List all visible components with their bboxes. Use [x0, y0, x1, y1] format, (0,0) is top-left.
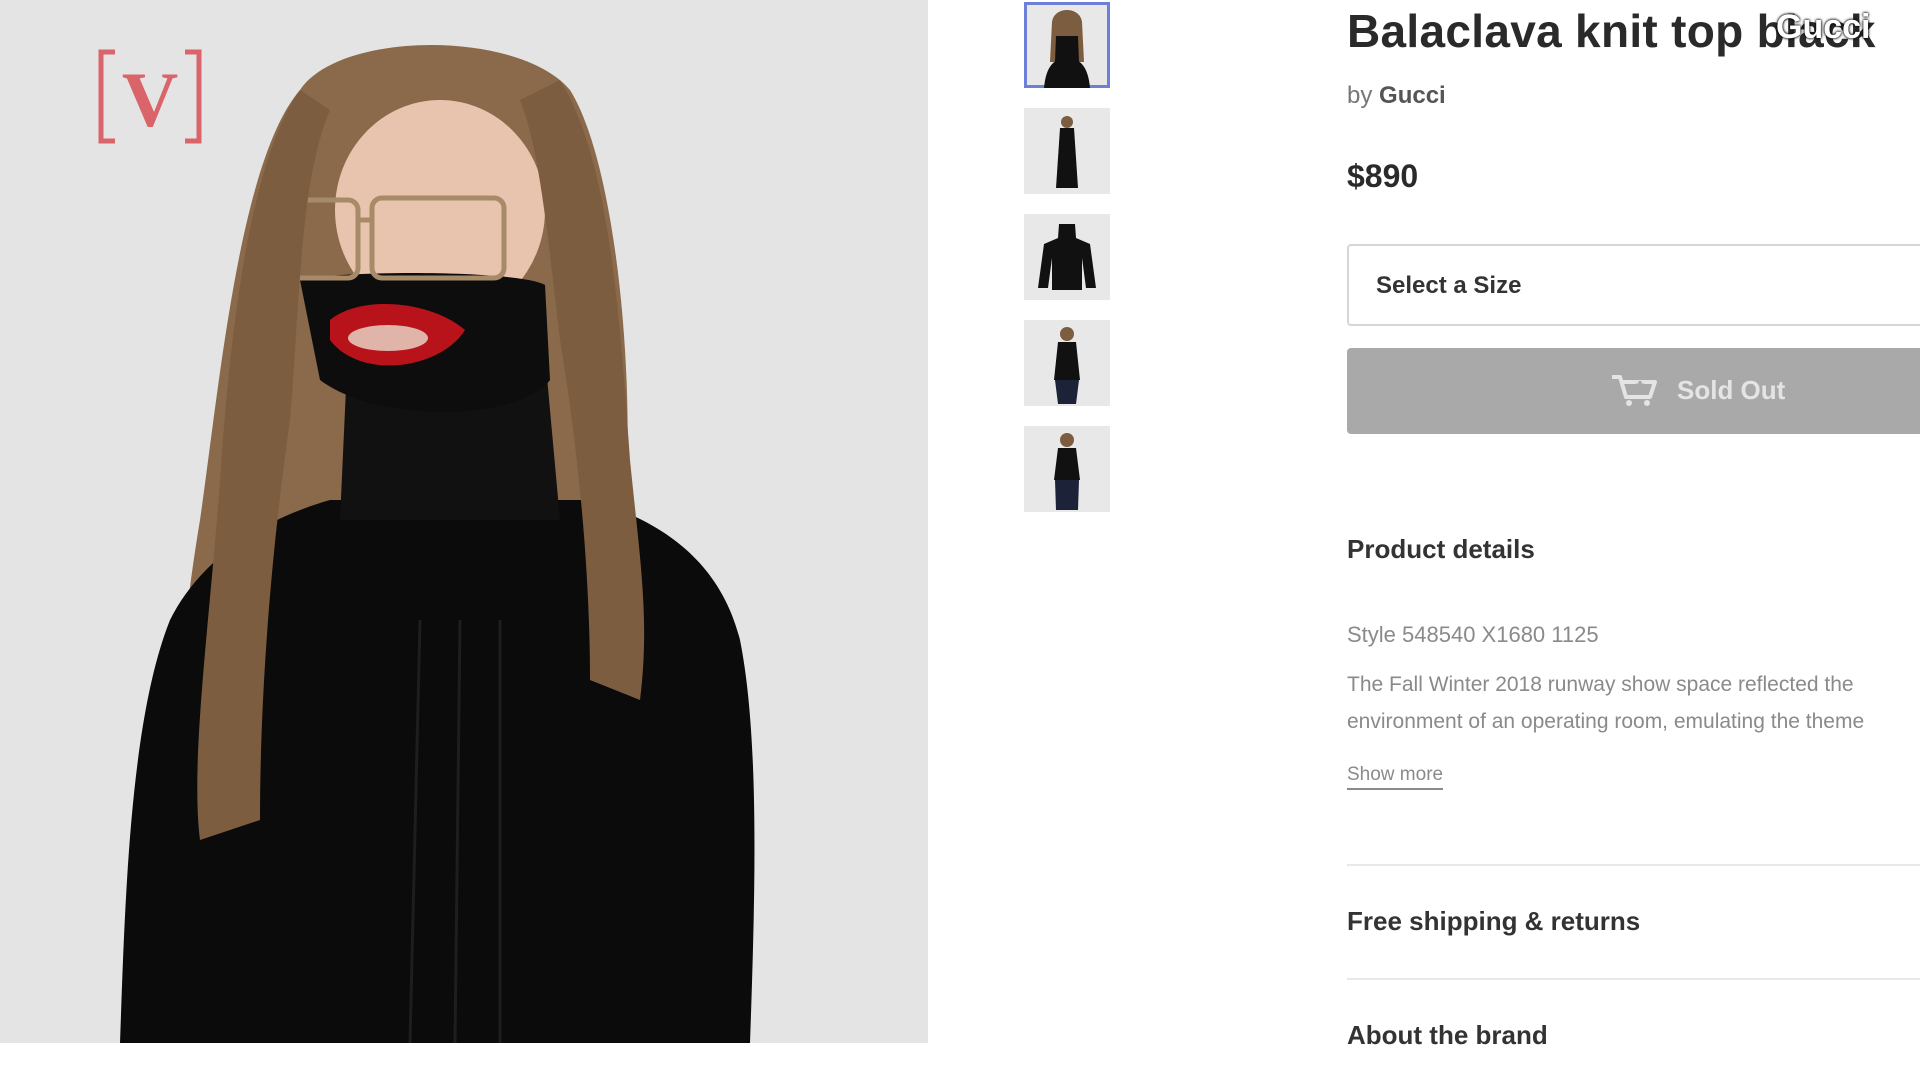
show-more-link[interactable]: Show more	[1347, 764, 1444, 790]
thumbnail-1[interactable]	[1024, 2, 1110, 88]
product-main-image[interactable]: V	[0, 0, 928, 1043]
cart-icon	[1610, 373, 1658, 414]
size-select-label: Select a Size	[1376, 272, 1522, 299]
product-description: The Fall Winter 2018 runway show space r…	[1347, 666, 1920, 740]
thumbnail-3[interactable]	[1024, 214, 1110, 300]
product-details-heading: Product details	[1347, 534, 1535, 564]
style-number: Style 548540 X1680 1125	[1347, 622, 1599, 647]
about-brand-section[interactable]: About the brand	[1347, 1020, 1548, 1051]
logo-letter: V	[122, 56, 178, 143]
sold-out-button[interactable]: Sold Out	[1347, 348, 1920, 434]
thumbnail-5[interactable]	[1024, 426, 1110, 512]
divider-2	[1347, 978, 1920, 980]
byline-prefix: by	[1347, 82, 1373, 109]
free-shipping-section[interactable]: Free shipping & returns	[1347, 906, 1640, 937]
product-price: $890	[1347, 158, 1419, 194]
brand-byline: by Gucci	[1347, 82, 1446, 110]
thumbnail-2[interactable]	[1024, 108, 1110, 194]
thumbnail-4[interactable]	[1024, 320, 1110, 406]
size-select[interactable]: Select a Size	[1347, 244, 1920, 326]
description-line-2: environment of an operating room, emulat…	[1347, 710, 1865, 733]
brand-link[interactable]: Gucci	[1379, 82, 1446, 109]
sold-out-label: Sold Out	[1677, 375, 1786, 405]
v-brand-logo: V	[97, 48, 203, 145]
gucci-watermark: Gucci	[1776, 8, 1871, 46]
divider-1	[1347, 864, 1920, 866]
description-line-1: The Fall Winter 2018 runway show space r…	[1347, 673, 1854, 696]
thumbnail-list	[1024, 2, 1110, 532]
